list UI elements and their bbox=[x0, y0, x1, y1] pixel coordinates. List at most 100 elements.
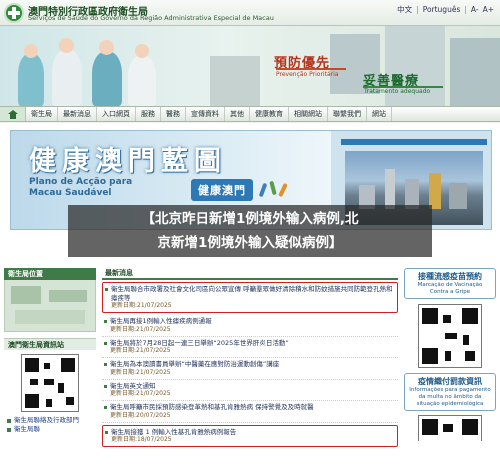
hero-doctor bbox=[92, 52, 122, 106]
nav-item-services[interactable]: 服務 bbox=[136, 107, 161, 121]
hero-doctor bbox=[18, 54, 44, 106]
epidemic-fine-title: 疫情織付罰款資訊 bbox=[418, 377, 482, 386]
banner-logo: 健康澳門 bbox=[191, 179, 253, 201]
photo-tower bbox=[385, 169, 395, 209]
banner-subtitle: Plano de Acção para Macau Saudável bbox=[29, 177, 133, 198]
news-item[interactable]: 衛生局將於7月28日起一連三日舉辦“2025年世界肝炎日活動” 更新日期:21/0… bbox=[102, 337, 398, 358]
qr-cell bbox=[462, 419, 478, 435]
vaccine-booking-box[interactable]: 接種流感疫苗預約 Marcação de Vacinação Contra a … bbox=[404, 268, 496, 299]
hero-building bbox=[210, 56, 260, 106]
lang-portuguese-link[interactable]: Português bbox=[423, 5, 461, 14]
nav-item-bureau[interactable]: 衛生局 bbox=[26, 107, 58, 121]
location-map[interactable] bbox=[4, 280, 96, 332]
hero-treatment-subtitle: Tratamento adequado bbox=[364, 88, 431, 95]
news-title: 最新消息 bbox=[102, 268, 398, 280]
photo-tower bbox=[449, 183, 467, 209]
lang-separator: | bbox=[416, 5, 419, 14]
health-bureau-logo-icon[interactable] bbox=[4, 3, 24, 23]
news-item-title[interactable]: 衛生局為本澳讀書員舉辦“中醫藥在應對防治運動創傷”講座 bbox=[110, 360, 398, 369]
qr-cell bbox=[445, 351, 451, 361]
photo-tower bbox=[429, 173, 441, 209]
news-list: 衛生局聯合市政署及社會文化司區向公眾宣傳 呼籲羣眾做好清除積水和防蚊措施共同防範… bbox=[102, 282, 398, 447]
nav-item-others[interactable]: 其他 bbox=[225, 107, 250, 121]
font-decrease-button[interactable]: A- bbox=[471, 5, 479, 14]
nav-item-news[interactable]: 最新消息 bbox=[58, 107, 97, 121]
qr-cell bbox=[30, 379, 38, 385]
banner-title: 健康澳門藍圖 bbox=[29, 146, 227, 177]
qr-cell bbox=[44, 363, 50, 369]
hero-prevention-underline bbox=[276, 68, 346, 70]
hero-doctor-head bbox=[135, 44, 149, 58]
nav-item-medical[interactable]: 醫務 bbox=[161, 107, 186, 121]
news-item-title[interactable]: 衛生局聯合市政署及社會文化司區向公眾宣傳 呼籲羣眾做好清除積水和防蚊措施共同防範… bbox=[111, 285, 397, 302]
news-item-title[interactable]: 衛生局英文通知 bbox=[110, 382, 398, 391]
hero-doctor-head bbox=[99, 40, 114, 55]
left-link-bureau[interactable]: 衛生局聯 bbox=[4, 425, 96, 434]
news-item[interactable]: 衛生局接獲 1 例輸入性基孔肯雅熱病例報告 更新日期:18/07/2025 bbox=[102, 424, 398, 447]
nav-item-related-sites[interactable]: 相關網站 bbox=[289, 107, 328, 121]
news-item[interactable]: 衛生局為本澳讀書員舉辦“中醫藥在應對防治運動創傷”講座 更新日期:21/07/20… bbox=[102, 358, 398, 380]
map-block bbox=[11, 286, 41, 304]
qr-cell bbox=[61, 358, 75, 372]
language-switcher: 中文 | Português | A- A+ bbox=[397, 4, 494, 15]
vaccine-booking-subtitle: Marcação de Vacinação Contra a Gripe bbox=[417, 282, 483, 295]
info-qr-code[interactable] bbox=[21, 354, 79, 412]
vaccine-qr-code[interactable] bbox=[418, 304, 482, 368]
news-item-title[interactable]: 衛生局將於7月28日起一連三日舉辦“2025年世界肝炎日活動” bbox=[110, 339, 398, 348]
vaccine-booking-title: 接種流感疫苗預約 bbox=[418, 272, 482, 281]
news-item[interactable]: 衛生局英文通知 更新日期:21/07/2025 bbox=[102, 380, 398, 401]
nav-item-sitemap[interactable]: 網站 bbox=[367, 107, 392, 121]
news-item-date: 更新日期:20/07/2025 bbox=[110, 411, 171, 419]
qr-cell bbox=[46, 399, 52, 407]
main-nav: 衛生局 最新消息 入口網頁 服務 醫務 宣傳資料 其他 健康教育 相關網站 聯繫… bbox=[0, 106, 500, 122]
hero-doctor-head bbox=[59, 38, 74, 53]
news-panel: 最新消息 衛生局聯合市政署及社會文化司區向公眾宣傳 呼籲羣眾做好清除積水和防蚊措… bbox=[102, 268, 398, 465]
epidemic-fine-box[interactable]: 疫情織付罰款資訊 Informações para pagamento da m… bbox=[404, 373, 496, 411]
banner-top-bar bbox=[341, 139, 487, 145]
qr-cell bbox=[422, 419, 438, 435]
news-item-date: 更新日期:18/07/2025 bbox=[111, 436, 172, 443]
lang-separator: | bbox=[464, 5, 467, 14]
nav-home-button[interactable] bbox=[0, 107, 26, 121]
fine-qr-code[interactable] bbox=[418, 415, 482, 441]
headline-overlay: 【北京昨日新增1例境外输入病例,北 京新增1例境外输入疑似病例】 bbox=[68, 205, 432, 257]
hero-banner: 預防優先 Prevenção Prioritária 妥善醫療 Tratamen… bbox=[0, 26, 500, 106]
nav-item-health-education[interactable]: 健康教育 bbox=[250, 107, 289, 121]
news-item[interactable]: 衛生局呼籲市民採預防感染登革熱和基孔肯雅熱病 保持警覺及及時就醫 更新日期:20/… bbox=[102, 401, 398, 423]
nav-item-portal[interactable]: 入口網頁 bbox=[97, 107, 136, 121]
epidemic-fine-subtitle: Informações para pagamento da multa no â… bbox=[409, 387, 491, 407]
qr-cell bbox=[462, 308, 478, 324]
news-item-date: 更新日期:21/07/2025 bbox=[110, 325, 171, 333]
left-link-contact[interactable]: 衛生局聯絡及行政部門 bbox=[4, 416, 96, 425]
hero-doctor bbox=[52, 50, 82, 106]
hero-doctor bbox=[128, 56, 156, 106]
bullet-icon bbox=[104, 384, 107, 388]
home-icon bbox=[7, 109, 18, 119]
news-item-title[interactable]: 衛生局再接1例輸入性瘧疾病例通報 bbox=[110, 317, 398, 326]
nav-item-publicity[interactable]: 宣傳資料 bbox=[186, 107, 225, 121]
nav-item-contact[interactable]: 聯繫我們 bbox=[328, 107, 367, 121]
font-increase-button[interactable]: A+ bbox=[483, 5, 494, 14]
bullet-icon bbox=[105, 430, 108, 434]
news-item-title[interactable]: 衛生局呼籲市民採預防感染登革熱和基孔肯雅熱病 保持警覺及及時就醫 bbox=[110, 403, 398, 412]
qr-cell bbox=[445, 333, 457, 339]
left-column: 衛生局位置 澳門衛生局資訊站 衛生局聯絡及行政部門 衛生局聯 bbox=[4, 268, 96, 465]
qr-cell bbox=[465, 351, 475, 361]
hero-prevention-subtitle: Prevenção Prioritária bbox=[276, 71, 339, 78]
bullet-icon bbox=[105, 288, 108, 291]
hero-doctor-head bbox=[24, 44, 38, 58]
lang-chinese-link[interactable]: 中文 bbox=[397, 4, 412, 15]
news-item[interactable]: 衛生局聯合市政署及社會文化司區向公眾宣傳 呼籲羣眾做好清除積水和防蚊措施共同防範… bbox=[102, 282, 398, 313]
qr-cell bbox=[422, 348, 438, 364]
map-block bbox=[49, 290, 87, 302]
bullet-icon bbox=[104, 363, 107, 366]
qr-cell bbox=[58, 383, 64, 393]
news-item[interactable]: 衛生局再接1例輸入性瘧疾病例通報 更新日期:21/07/2025 bbox=[102, 315, 398, 337]
news-item-date: 更新日期:21/07/2025 bbox=[110, 347, 171, 354]
qr-cell bbox=[25, 394, 39, 408]
news-item-date: 更新日期:21/07/2025 bbox=[111, 302, 172, 309]
news-item-title[interactable]: 衛生局接獲 1 例輸入性基孔肯雅熱病例報告 bbox=[111, 428, 397, 437]
bullet-icon bbox=[104, 406, 107, 409]
info-box-title: 澳門衛生局資訊站 bbox=[4, 338, 96, 350]
hero-building bbox=[450, 38, 500, 106]
